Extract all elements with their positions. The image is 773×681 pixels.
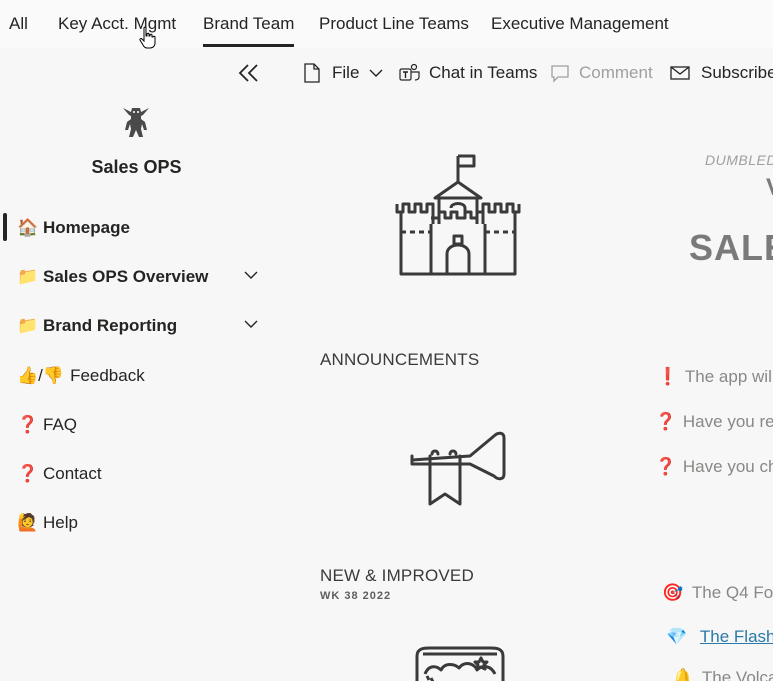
announcement-item[interactable]: ❗ The app will: [657, 367, 773, 387]
chevron-down-icon: [369, 69, 383, 77]
sidebar-item-label: FAQ: [43, 415, 78, 434]
sidebar-item-brand-reporting[interactable]: 📁 Brand Reporting: [17, 311, 262, 341]
double-chevron-left-icon[interactable]: [236, 60, 262, 86]
comment-button[interactable]: Comment: [550, 58, 653, 88]
chat-in-teams-button[interactable]: Chat in Teams: [399, 58, 537, 88]
sidebar-item-label: Homepage: [43, 218, 130, 237]
subscribe-label: Subscribe: [701, 63, 773, 82]
sidebar-item-label: Brand Reporting: [43, 316, 178, 335]
site-title: Sales OPS: [91, 157, 182, 177]
thumbs-up-down-icon: 👍/👎: [17, 366, 65, 385]
sidebar-item-faq[interactable]: ❓ FAQ: [17, 410, 262, 440]
sidebar-item-homepage[interactable]: 🏠 Homepage: [17, 213, 262, 243]
sidebar-item-label: Contact: [43, 464, 102, 483]
hero-letter: V: [766, 174, 773, 202]
tab-brand-team[interactable]: Brand Team: [203, 14, 295, 47]
subscribe-button[interactable]: Subscribe: [670, 58, 773, 88]
chevron-down-icon[interactable]: [244, 270, 258, 280]
bell-icon: 🔔: [672, 668, 694, 681]
question-icon: ❓: [17, 464, 39, 483]
trumpet-icon: [410, 431, 506, 506]
sidebar-item-help[interactable]: 🙋 Help: [17, 508, 262, 538]
tab-all[interactable]: All: [9, 14, 28, 34]
new-item-link[interactable]: The Flash I: [700, 627, 773, 646]
sidebar: Sales OPS 🏠 Homepage 📁 Sales OPS Overvie…: [0, 96, 280, 681]
page-canvas: ANNOUNCEMENTS NEW & IMPROVED WK 38 2022 …: [280, 96, 773, 681]
sidebar-item-label: Feedback: [70, 366, 145, 385]
exclamation-icon: ❗: [657, 367, 679, 386]
chat-in-teams-label: Chat in Teams: [429, 63, 538, 82]
hero-eyebrow: DUMBLED: [705, 152, 773, 168]
hero-title: SALE: [689, 227, 773, 268]
announcement-item[interactable]: ❓ Have you che: [655, 457, 773, 477]
question-icon: ❓: [655, 412, 677, 431]
announcement-text: Have you reg: [682, 412, 773, 431]
sidebar-item-sales-ops-overview[interactable]: 📁 Sales OPS Overview: [17, 262, 262, 292]
new-item-text: The Q4 Fo: [691, 583, 773, 602]
sidebar-item-contact[interactable]: ❓ Contact: [17, 459, 262, 489]
sidebar-item-feedback[interactable]: 👍/👎 Feedback: [17, 361, 262, 391]
comment-icon: [551, 65, 569, 83]
tab-product-line-teams[interactable]: Product Line Teams: [319, 14, 469, 34]
folder-icon: 📁: [17, 267, 39, 286]
new-improved-subtitle: WK 38 2022: [320, 590, 392, 602]
new-improved-title: NEW & IMPROVED: [320, 566, 474, 585]
announcements-title: ANNOUNCEMENTS: [320, 350, 480, 369]
top-navigation: All Key Acct. Mgmt Brand Team Product Li…: [0, 0, 773, 49]
announcement-item[interactable]: ❓ Have you reg: [655, 412, 773, 432]
goblin-logo-icon: [123, 108, 149, 137]
sidebar-item-label: Sales OPS Overview: [43, 267, 209, 286]
new-item-text: The Volcan: [701, 668, 773, 681]
new-item[interactable]: 💎 The Flash I: [666, 627, 773, 647]
raising-hand-icon: 🙋: [17, 513, 39, 532]
target-icon: 🎯: [662, 583, 684, 602]
file-label: File: [332, 63, 360, 82]
announcement-text: The app will: [684, 367, 773, 386]
tab-executive-management[interactable]: Executive Management: [491, 14, 669, 34]
announcement-text: Have you che: [682, 457, 773, 476]
tab-key-acct-mgmt[interactable]: Key Acct. Mgmt: [58, 14, 176, 34]
sidebar-item-label: Help: [43, 513, 78, 532]
file-icon: [304, 63, 320, 83]
gem-icon: 💎: [666, 627, 688, 646]
teams-icon: [399, 63, 420, 81]
treasure-chest-icon: [415, 646, 505, 681]
chevron-down-icon[interactable]: [244, 319, 258, 329]
castle-icon: [395, 154, 521, 276]
mail-icon: [670, 66, 690, 80]
new-item[interactable]: 🔔 The Volcan: [672, 668, 773, 681]
active-indicator: [3, 213, 7, 241]
house-icon: 🏠: [17, 218, 39, 237]
folder-icon: 📁: [17, 316, 39, 335]
new-item[interactable]: 🎯 The Q4 Fo: [662, 583, 773, 603]
file-button[interactable]: File: [303, 58, 383, 88]
hand-cursor-icon: [139, 26, 156, 49]
comment-label: Comment: [579, 63, 653, 82]
question-icon: ❓: [17, 415, 39, 434]
question-icon: ❓: [655, 457, 677, 476]
